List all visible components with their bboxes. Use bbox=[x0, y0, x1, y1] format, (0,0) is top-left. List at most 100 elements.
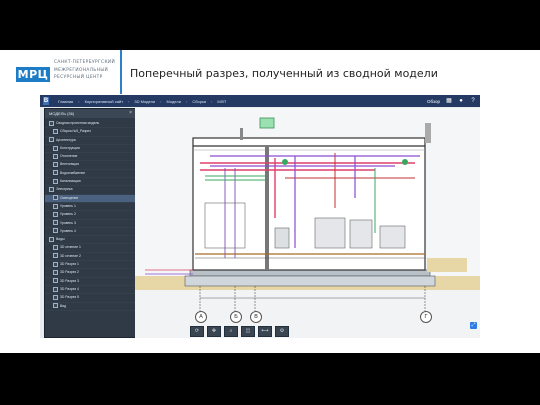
tree-item[interactable]: Уровень 4 bbox=[45, 228, 135, 237]
panel-title: МОДЕЛЬ (36) bbox=[49, 111, 75, 116]
tree-item[interactable]: 3D Разрез 3 bbox=[45, 278, 135, 286]
breadcrumb-item[interactable]: Сборка bbox=[192, 99, 206, 104]
pan-icon[interactable]: ✥ bbox=[207, 326, 221, 337]
checkbox-icon[interactable] bbox=[53, 220, 58, 226]
checkbox-icon[interactable] bbox=[49, 236, 54, 242]
chevron-right-icon: › bbox=[128, 99, 130, 104]
tree-item[interactable]: Сборка №5_Разрез bbox=[45, 128, 135, 137]
tree-item[interactable]: Уровень 3 bbox=[45, 220, 135, 228]
tree-item-label: Электрика bbox=[56, 187, 73, 192]
tree-item[interactable]: Электрика bbox=[45, 186, 135, 195]
checkbox-icon[interactable] bbox=[53, 178, 58, 184]
checkbox-icon[interactable] bbox=[49, 120, 54, 126]
expand-icon[interactable]: ⤢ bbox=[470, 322, 477, 329]
checkbox-icon[interactable] bbox=[53, 245, 58, 251]
tree-item-label: Вид bbox=[60, 303, 67, 308]
tree-item[interactable]: 3D сечение 1 bbox=[45, 244, 135, 253]
tree-item[interactable]: 3D Разрез 5 bbox=[45, 294, 135, 303]
tree-item-label: 3D Разрез 3 bbox=[60, 278, 79, 283]
tree-item[interactable]: Виды bbox=[45, 236, 135, 245]
checkbox-icon[interactable] bbox=[53, 228, 58, 234]
checkbox-icon[interactable] bbox=[53, 303, 58, 309]
checkbox-icon[interactable] bbox=[53, 286, 58, 292]
share-button[interactable]: Обзор bbox=[427, 99, 440, 104]
tree-item-label: 3D Разрез 1 bbox=[60, 262, 79, 267]
tree-item[interactable]: Водоснабжение bbox=[45, 170, 135, 179]
checkbox-icon[interactable] bbox=[53, 269, 58, 275]
checkbox-icon[interactable] bbox=[53, 170, 58, 176]
user-icon[interactable]: ● bbox=[458, 98, 464, 104]
logo-caption-line: МЕЖРЕГИОНАЛЬНЫЙ bbox=[54, 67, 109, 73]
roof-unit bbox=[259, 117, 275, 129]
close-icon[interactable]: × bbox=[129, 109, 132, 118]
checkbox-icon[interactable] bbox=[53, 195, 58, 201]
logo-caption: САНКТ-ПЕТЕРБУРГСКИЙ МЕЖРЕГИОНАЛЬНЫЙ РЕСУ… bbox=[54, 59, 115, 82]
tree-item[interactable]: Конструкции bbox=[45, 145, 135, 154]
section-icon[interactable]: ◫ bbox=[241, 326, 255, 337]
top-bar: B Главная › Корпоративный сайт › 3D Модели… bbox=[40, 95, 480, 107]
tree-item-label: Сводная проектная модель bbox=[56, 121, 100, 125]
tree-item-label: Отопление bbox=[60, 154, 78, 159]
tree-item[interactable]: Уровень 1 bbox=[45, 203, 135, 212]
checkbox-icon[interactable] bbox=[49, 137, 54, 143]
checkbox-icon[interactable] bbox=[53, 128, 58, 134]
tree-item-label: Архитектура bbox=[56, 137, 76, 142]
chevron-right-icon: › bbox=[185, 99, 188, 104]
checkbox-icon[interactable] bbox=[53, 203, 58, 209]
checkbox-icon[interactable] bbox=[53, 145, 58, 151]
chevron-right-icon: › bbox=[78, 99, 80, 104]
breadcrumb-item[interactable]: МЛП bbox=[217, 99, 226, 104]
bim-viewer-window: B Главная › Корпоративный сайт › 3D Модели… bbox=[40, 95, 480, 338]
tree-item[interactable]: 3D Разрез 1 bbox=[45, 261, 135, 270]
checkbox-icon[interactable] bbox=[53, 294, 58, 300]
tree-item[interactable]: Канализация bbox=[45, 178, 135, 187]
tree-item-label: Виды bbox=[56, 237, 65, 242]
checkbox-icon[interactable] bbox=[53, 153, 58, 159]
tree-item[interactable]: Отопление bbox=[45, 153, 135, 162]
zoom-icon[interactable]: ⌕ bbox=[224, 326, 238, 337]
checkbox-icon[interactable] bbox=[53, 278, 58, 284]
breadcrumb-item[interactable]: Модели bbox=[166, 99, 181, 104]
fitting bbox=[282, 159, 288, 165]
checkbox-icon[interactable] bbox=[49, 186, 54, 192]
tree-item-label: Уровень 3 bbox=[60, 220, 76, 225]
grid-icon[interactable]: ▦ bbox=[446, 98, 452, 104]
tree-item[interactable]: Вентиляция bbox=[45, 161, 135, 170]
checkbox-icon[interactable] bbox=[53, 162, 58, 168]
settings-icon[interactable]: ⚙ bbox=[275, 326, 289, 337]
tree-item[interactable]: Архитектура bbox=[45, 137, 135, 145]
tree-item-label: Водоснабжение bbox=[60, 170, 86, 175]
grid-axis-label: В bbox=[250, 311, 262, 323]
top-right-actions: Обзор ▦ ● ? bbox=[427, 98, 476, 104]
3d-viewport[interactable]: А Б В Г ⤢ bbox=[135, 108, 480, 338]
footing bbox=[184, 275, 436, 287]
slide-title: Поперечный разрез, полученный из сводной… bbox=[130, 67, 438, 80]
tree-item[interactable]: Освещение bbox=[45, 194, 135, 203]
foundation-slab bbox=[189, 269, 431, 277]
breadcrumb-item[interactable]: 3D Модели bbox=[134, 99, 155, 104]
help-icon[interactable]: ? bbox=[470, 98, 476, 104]
measure-icon[interactable]: ⟷ bbox=[258, 326, 272, 337]
tree-item[interactable]: 3D Разрез 4 bbox=[45, 286, 135, 295]
tree-item[interactable]: Уровень 2 bbox=[45, 211, 135, 220]
slide: МРЦ САНКТ-ПЕТЕРБУРГСКИЙ МЕЖРЕГИОНАЛЬНЫЙ … bbox=[0, 50, 540, 353]
fitting bbox=[402, 159, 408, 165]
app-logo-icon[interactable]: B bbox=[43, 97, 49, 105]
tree-item-label: Канализация bbox=[60, 179, 81, 184]
breadcrumb-item[interactable]: Корпоративный сайт bbox=[85, 99, 123, 104]
orbit-icon[interactable]: ⟳ bbox=[190, 326, 204, 337]
building-outline bbox=[192, 137, 426, 271]
breadcrumb-item[interactable]: Главная bbox=[58, 99, 73, 104]
tree-item-label: 3D сечение 2 bbox=[60, 253, 81, 258]
tree-item-label: 3D сечение 1 bbox=[60, 245, 81, 250]
checkbox-icon[interactable] bbox=[53, 261, 58, 267]
checkbox-icon[interactable] bbox=[53, 253, 58, 259]
tree-item[interactable]: Сводная проектная модель bbox=[45, 120, 135, 129]
checkbox-icon[interactable] bbox=[53, 211, 58, 217]
tree-item[interactable]: 3D Разрез 2 bbox=[45, 269, 135, 278]
tree-item[interactable]: Вид bbox=[45, 303, 135, 311]
roof-vent bbox=[240, 128, 243, 140]
tree-item-label: Освещение bbox=[60, 195, 79, 200]
equipment-unit bbox=[314, 217, 346, 249]
tree-item[interactable]: 3D сечение 2 bbox=[45, 253, 135, 262]
